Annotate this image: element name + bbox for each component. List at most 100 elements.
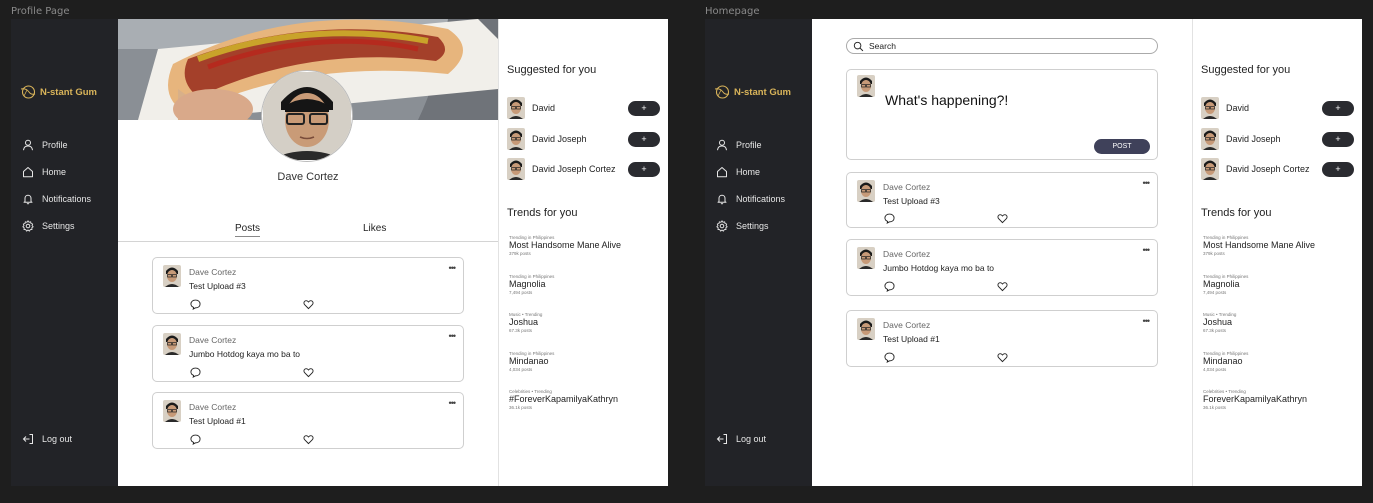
trend-topic: Most Handsome Mane Alive xyxy=(1203,240,1316,250)
comment-icon[interactable] xyxy=(884,213,895,224)
post-card[interactable]: Dave Cortez Test Upload #1 ••• xyxy=(152,392,464,449)
sidebar-item-settings[interactable]: Settings xyxy=(716,212,785,239)
trend-item[interactable]: Celebrities • Trending ForeverKapamilyaK… xyxy=(1203,389,1354,410)
trend-item[interactable]: Trending in Philippines Most Handsome Ma… xyxy=(509,235,660,256)
follow-button[interactable]: + xyxy=(1322,100,1354,116)
trend-topic: Joshua xyxy=(1203,317,1233,327)
trend-item[interactable]: Trending in Philippines Mindanao 4,034 p… xyxy=(1203,351,1354,372)
home-main: Search What's happening?! POST Dave Cort… xyxy=(812,19,1192,486)
post-card[interactable]: Dave Cortez Jumbo Hotdog kaya mo ba to •… xyxy=(152,325,464,382)
sidebar: N-stant Gum Profile Home Notifications S… xyxy=(11,19,118,486)
tab-likes[interactable]: Likes xyxy=(363,223,386,234)
comment-icon[interactable] xyxy=(190,367,201,378)
brand[interactable]: N-stant Gum xyxy=(20,84,97,100)
more-options-icon[interactable]: ••• xyxy=(1143,178,1151,188)
more-options-icon[interactable]: ••• xyxy=(1143,316,1151,326)
follow-button[interactable]: + xyxy=(1322,131,1354,147)
avatar xyxy=(1201,97,1219,119)
tabs-divider xyxy=(118,241,498,242)
profile-avatar[interactable] xyxy=(261,70,353,162)
avatar xyxy=(163,400,181,422)
trend-item[interactable]: Music • Trending Joshua 67.3k posts xyxy=(1203,312,1354,333)
trend-count: 379k posts xyxy=(1203,251,1225,256)
trend-topic: Magnolia xyxy=(1203,279,1240,289)
sidebar-nav: Profile Home Notifications Settings xyxy=(22,131,91,239)
comment-icon[interactable] xyxy=(190,434,201,445)
post-author: Dave Cortez xyxy=(883,320,931,330)
sidebar-item-home[interactable]: Home xyxy=(22,158,91,185)
post-author: Dave Cortez xyxy=(883,182,931,192)
heart-icon[interactable] xyxy=(303,299,314,310)
trend-count: 67.3k posts xyxy=(509,328,533,333)
heart-icon[interactable] xyxy=(303,367,314,378)
heart-icon[interactable] xyxy=(997,281,1008,292)
trend-item[interactable]: Trending in Philippines Magnolia 7,494 p… xyxy=(509,274,660,295)
trend-topic: ForeverKapamilyaKathryn xyxy=(1203,394,1308,404)
avatar xyxy=(857,75,875,97)
more-options-icon[interactable]: ••• xyxy=(1143,245,1151,255)
comment-icon[interactable] xyxy=(884,352,895,363)
post-card[interactable]: Dave Cortez Test Upload #1 ••• xyxy=(846,310,1158,367)
sidebar-item-profile[interactable]: Profile xyxy=(716,131,785,158)
post-card[interactable]: Dave Cortez Test Upload #3 ••• xyxy=(846,172,1158,228)
sidebar-item-home[interactable]: Home xyxy=(716,158,785,185)
post-card[interactable]: Dave Cortez Jumbo Hotdog kaya mo ba to •… xyxy=(846,239,1158,296)
logout-button[interactable]: Log out xyxy=(716,433,766,445)
post-text: Jumbo Hotdog kaya mo ba to xyxy=(189,349,301,359)
follow-button[interactable]: + xyxy=(628,100,660,116)
comment-icon[interactable] xyxy=(190,299,201,310)
user-icon xyxy=(22,139,34,151)
heart-icon[interactable] xyxy=(997,352,1008,363)
logout-icon xyxy=(22,433,34,445)
sidebar-item-notifications[interactable]: Notifications xyxy=(716,185,785,212)
trend-count: 7,494 posts xyxy=(509,290,533,295)
post-author: Dave Cortez xyxy=(189,402,237,412)
follow-button[interactable]: + xyxy=(628,131,660,147)
composer-input[interactable]: What's happening?! xyxy=(885,92,1008,108)
post-text: Test Upload #1 xyxy=(189,416,246,426)
home-frame-label: Homepage xyxy=(705,6,760,17)
comment-icon[interactable] xyxy=(884,281,895,292)
suggested-user: David Joseph Cortez + xyxy=(1201,158,1354,180)
trend-count: 67.3k posts xyxy=(1203,328,1227,333)
heart-icon[interactable] xyxy=(997,213,1008,224)
avatar xyxy=(857,247,875,269)
profile-main: Dave Cortez Posts Likes Dave Cortez Test… xyxy=(118,19,498,486)
bell-icon xyxy=(22,193,34,205)
sidebar-item-notifications[interactable]: Notifications xyxy=(22,185,91,212)
more-options-icon[interactable]: ••• xyxy=(449,263,457,273)
search-icon xyxy=(853,41,864,52)
logout-button[interactable]: Log out xyxy=(22,433,72,445)
trend-topic: Mindanao xyxy=(509,356,549,366)
more-options-icon[interactable]: ••• xyxy=(449,398,457,408)
suggested-user-name: David xyxy=(1226,103,1250,113)
follow-button[interactable]: + xyxy=(1322,161,1354,177)
suggested-user-name: David Joseph Cortez xyxy=(1226,164,1310,174)
sidebar: N-stant Gum Profile Home Notifications S… xyxy=(705,19,812,486)
bell-icon xyxy=(716,193,728,205)
suggested-user: David + xyxy=(507,97,660,119)
sidebar-item-profile[interactable]: Profile xyxy=(22,131,91,158)
suggested-user-name: David xyxy=(532,103,556,113)
more-options-icon[interactable]: ••• xyxy=(449,331,457,341)
search-bar[interactable]: Search xyxy=(846,38,1158,54)
brand[interactable]: N-stant Gum xyxy=(714,84,791,100)
post-button[interactable]: POST xyxy=(1094,139,1150,154)
tab-posts[interactable]: Posts xyxy=(235,223,261,237)
suggested-user: David + xyxy=(1201,97,1354,119)
heart-icon[interactable] xyxy=(303,434,314,445)
trend-item[interactable]: Celebrities • Trending #ForeverKapamilya… xyxy=(509,389,660,410)
post-card[interactable]: Dave Cortez Test Upload #3 ••• xyxy=(152,257,464,314)
trend-item[interactable]: Trending in Philippines Most Handsome Ma… xyxy=(1203,235,1354,256)
profile-avatar-image xyxy=(263,72,351,160)
avatar xyxy=(163,265,181,287)
avatar xyxy=(1201,128,1219,150)
sidebar-item-settings[interactable]: Settings xyxy=(22,212,91,239)
trend-item[interactable]: Trending in Philippines Mindanao 4,034 p… xyxy=(509,351,660,372)
avatar xyxy=(857,318,875,340)
suggested-user-name: David Joseph xyxy=(532,134,587,144)
trend-item[interactable]: Music • Trending Joshua 67.3k posts xyxy=(509,312,660,333)
trend-item[interactable]: Trending in Philippines Magnolia 7,494 p… xyxy=(1203,274,1354,295)
sidebar-item-label: Profile xyxy=(736,139,762,150)
follow-button[interactable]: + xyxy=(628,161,660,177)
